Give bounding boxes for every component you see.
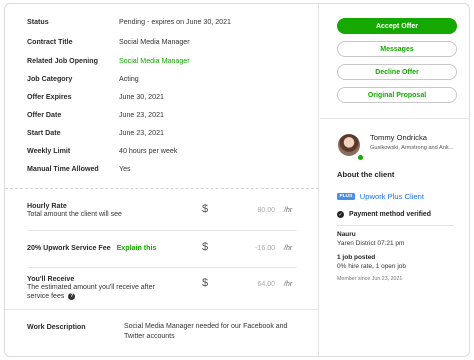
- offer-details: Status Pending - expires on June 30, 202…: [5, 4, 319, 356]
- detail-value: June 30, 2021: [119, 93, 164, 101]
- divider: [337, 225, 454, 226]
- divider: [27, 267, 297, 268]
- offer-sidebar: Accept Offer Messages Decline Offer Orig…: [320, 4, 469, 356]
- detail-value: Acting: [119, 75, 139, 83]
- hourly-rate-input[interactable]: 80.00: [217, 207, 275, 214]
- divider: [27, 230, 297, 231]
- detail-row-manual-time: Manual Time Allowed Yes: [27, 163, 131, 175]
- jobs-posted: 1 job posted: [337, 254, 376, 261]
- check-circle-icon: ✓: [337, 211, 344, 218]
- service-fee-title: 20% Upwork Service Fee Explain this: [27, 244, 156, 252]
- receive-title: You'll Receive: [27, 275, 75, 283]
- hourly-rate-desc: Total amount the client will see: [27, 211, 122, 218]
- detail-value: June 23, 2021: [119, 129, 164, 137]
- messages-button[interactable]: Messages: [337, 41, 457, 57]
- rate-unit: /hr: [284, 245, 293, 252]
- avatar: [338, 134, 360, 156]
- service-fee-amount: -16.00: [255, 245, 275, 252]
- related-job-link[interactable]: Social Media Manager: [119, 57, 190, 65]
- accept-offer-button[interactable]: Accept Offer: [337, 18, 457, 34]
- service-fee-label: 20% Upwork Service Fee: [27, 244, 111, 252]
- detail-label: Offer Expires: [27, 93, 72, 101]
- detail-label: Start Date: [27, 129, 61, 137]
- detail-row-contract-title: Contract Title Social Media Manager: [27, 36, 190, 48]
- plus-badge: PLUS: [337, 193, 355, 200]
- decline-offer-button[interactable]: Decline Offer: [337, 64, 457, 80]
- detail-label: Weekly Limit: [27, 147, 71, 155]
- detail-label: Manual Time Allowed: [27, 165, 99, 173]
- payment-verified-row: ✓ Payment method verified: [337, 211, 431, 218]
- section-divider: [5, 309, 319, 310]
- detail-value: 40 hours per week: [119, 147, 178, 155]
- rate-unit: /hr: [284, 281, 293, 288]
- client-country: Nauru: [337, 231, 356, 238]
- detail-row-status: Status Pending - expires on June 30, 202…: [27, 16, 231, 28]
- detail-row-start-date: Start Date June 23, 2021: [27, 127, 164, 139]
- rate-unit: /hr: [284, 207, 293, 214]
- detail-label: Offer Date: [27, 111, 62, 119]
- detail-label: Contract Title: [27, 38, 73, 46]
- client-location-time: Yaren District 07:21 pm: [337, 240, 405, 247]
- receive-desc-text: The estimated amount you'll receive afte…: [27, 284, 155, 300]
- detail-value: June 23, 2021: [119, 111, 164, 119]
- dollar-icon: $: [202, 241, 209, 253]
- detail-label: Status: [27, 18, 49, 26]
- detail-value: Yes: [119, 165, 131, 173]
- dollar-icon: $: [202, 203, 209, 215]
- payment-verified-text: Payment method verified: [349, 211, 431, 218]
- dollar-icon: $: [202, 277, 209, 289]
- help-icon[interactable]: ?: [68, 292, 76, 300]
- detail-value: Pending - expires on June 30, 2021: [119, 18, 232, 26]
- detail-row-weekly-limit: Weekly Limit 40 hours per week: [27, 145, 177, 157]
- original-proposal-button[interactable]: Original Proposal: [337, 87, 457, 103]
- plus-client-label: Upwork Plus Client: [359, 192, 424, 201]
- receive-desc: The estimated amount you'll receive afte…: [27, 283, 167, 301]
- receive-amount-input[interactable]: 64.00: [217, 281, 275, 288]
- detail-label: Job Category: [27, 75, 73, 83]
- plus-client-row: PLUS Upwork Plus Client: [337, 192, 424, 201]
- work-description-value: Social Media Manager needed for our Face…: [124, 323, 288, 340]
- member-since: Member since Jun 23, 2021: [337, 276, 403, 282]
- section-divider: [320, 118, 469, 119]
- explain-this-link[interactable]: Explain this: [117, 244, 157, 252]
- about-client-heading: About the client: [337, 170, 395, 179]
- detail-label: Related Job Opening: [27, 57, 98, 65]
- detail-row-related-job: Related Job Opening Social Media Manager: [27, 55, 190, 67]
- detail-row-offer-expires: Offer Expires June 30, 2021: [27, 91, 164, 103]
- online-status-icon: [357, 154, 364, 161]
- detail-value: Social Media Manager: [119, 38, 190, 46]
- hire-rate: 0% hire rate, 1 open job: [337, 263, 407, 270]
- detail-row-job-category: Job Category Acting: [27, 73, 139, 85]
- client-company: Gusikowski, Armstrong and Ank...: [370, 145, 454, 151]
- detail-row-offer-date: Offer Date June 23, 2021: [27, 109, 164, 121]
- client-name: Tommy Ondricka: [370, 133, 427, 142]
- offer-details-panel: Status Pending - expires on June 30, 202…: [4, 3, 470, 357]
- hourly-rate-title: Hourly Rate: [27, 202, 67, 210]
- work-description-label: Work Description: [27, 323, 86, 331]
- section-divider: [5, 188, 319, 189]
